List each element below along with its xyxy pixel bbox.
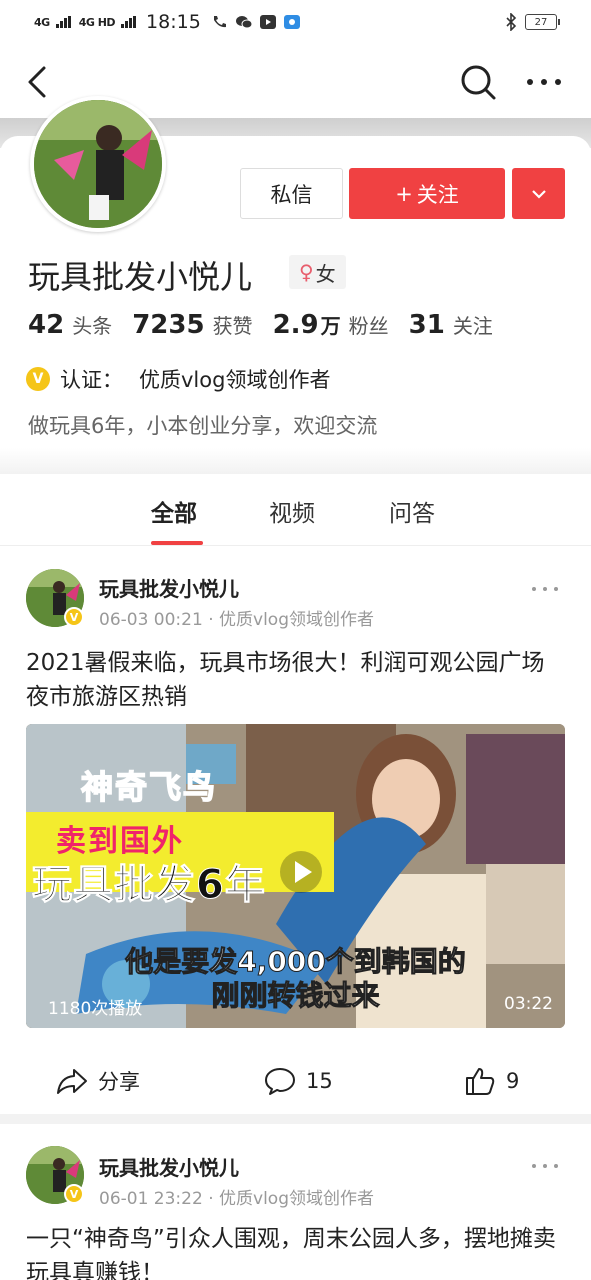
gender-label: 女 (315, 261, 336, 286)
app-notification-icon (283, 15, 300, 29)
post-author-name[interactable]: 玩具批发小悦儿 (99, 573, 239, 602)
wechat-icon (235, 16, 253, 29)
post-text[interactable]: 一只“神奇鸟”引众人围观，周末公园人多，摆地摊卖玩具真赚钱！ (26, 1222, 566, 1280)
video-duration: 03:22 (504, 994, 553, 1014)
section-divider (0, 448, 591, 474)
like-button[interactable]: 9 (464, 1066, 519, 1096)
video-app-icon (259, 15, 276, 29)
tab-active-indicator (151, 541, 203, 545)
verified-icon: V (64, 607, 84, 627)
profile-stats: 42 头条 7235 获赞 2.9 万 粉丝 31 关注 (28, 310, 513, 340)
stat-posts-label[interactable]: 头条 (72, 310, 112, 339)
back-icon[interactable] (20, 64, 56, 100)
profile-avatar[interactable] (30, 96, 166, 232)
stat-following-label[interactable]: 关注 (453, 310, 493, 339)
video-title-pink: 神奇飞鸟 (80, 767, 218, 807)
post-meta: 06-03 00:21 · 优质vlog领域创作者 (99, 610, 374, 630)
verify-text: 优质vlog领域创作者 (139, 368, 331, 392)
post-divider (0, 1114, 591, 1124)
tab-all[interactable]: 全部 (151, 494, 197, 528)
stat-posts-count[interactable]: 42 (28, 310, 64, 340)
gender-badge: ♀ 女 (289, 255, 346, 289)
like-count: 9 (506, 1069, 520, 1093)
stat-following-count[interactable]: 31 (409, 310, 445, 340)
follow-dropdown-button[interactable] (512, 168, 565, 219)
verified-icon: V (26, 367, 50, 391)
status-bar: 4G 4G HD 18:15 27 (0, 0, 591, 44)
status-time: 18:15 (146, 11, 201, 33)
battery-indicator: 27 (525, 14, 560, 30)
tab-video[interactable]: 视频 (269, 494, 315, 528)
post-meta: 06-01 23:22 · 优质vlog领域创作者 (99, 1189, 374, 1209)
video-play-count: 1180次播放 (48, 999, 143, 1019)
stat-likes-count: 7235 (132, 310, 205, 340)
more-horizontal-icon[interactable] (524, 74, 564, 90)
video-thumbnail[interactable]: 神奇飞鸟 卖到国外 玩具批发6年 他是要发4,000个到韩国的 刚刚转钱过来 1… (26, 724, 565, 1028)
share-label: 分享 (98, 1070, 140, 1094)
share-button[interactable]: 分享 (56, 1066, 140, 1096)
signal-icon (55, 16, 71, 28)
content-tabs: 全部 视频 问答 (0, 474, 591, 546)
stat-fans-count[interactable]: 2.9 (273, 310, 319, 340)
stat-likes-label: 获赞 (212, 314, 253, 338)
comment-icon (265, 1068, 295, 1095)
signal-icon-2 (121, 16, 137, 28)
post-author-name[interactable]: 玩具批发小悦儿 (99, 1152, 239, 1181)
network-indicator-1: 4G (34, 15, 50, 29)
profile-bio: 做玩具6年，小本创业分享，欢迎交流 (28, 414, 378, 438)
play-icon[interactable] (279, 850, 323, 894)
follow-label: 关注 (416, 182, 459, 207)
network-indicator-2: 4G HD (78, 15, 116, 29)
plus-icon: + (395, 181, 413, 206)
search-icon[interactable] (458, 62, 498, 102)
verify-label: 认证： (60, 368, 123, 392)
phone-icon (213, 16, 226, 28)
avatar-photo (34, 100, 162, 228)
video-title-big: 玩具批发6年 (32, 862, 266, 909)
post-text[interactable]: 2021暑假来临，玩具市场很大！利润可观公园广场夜市旅游区热销 (26, 646, 566, 714)
message-button[interactable]: 私信 (240, 168, 343, 219)
more-horizontal-icon[interactable] (530, 584, 560, 594)
female-icon: ♀ (299, 260, 314, 284)
post-actions: 分享 15 9 (0, 1044, 591, 1114)
stat-fans-unit[interactable]: 万 (321, 310, 341, 339)
profile-name: 玩具批发小悦儿 (28, 258, 253, 296)
tab-qa[interactable]: 问答 (389, 494, 435, 528)
verification-row: V 认证： 优质vlog领域创作者 (26, 364, 330, 394)
verified-icon: V (64, 1184, 84, 1204)
chevron-down-icon (531, 189, 546, 199)
comment-count: 15 (306, 1069, 333, 1093)
comment-button[interactable]: 15 (264, 1066, 333, 1096)
stat-fans-label[interactable]: 粉丝 (349, 310, 389, 339)
bluetooth-icon (506, 13, 517, 31)
share-icon (57, 1069, 87, 1094)
more-horizontal-icon[interactable] (530, 1161, 560, 1171)
feed-post: V 玩具批发小悦儿 06-01 23:22 · 优质vlog领域创作者 一只“神… (0, 1124, 591, 1280)
follow-button[interactable]: + 关注 (349, 168, 505, 219)
thumbs-up-icon (466, 1068, 495, 1095)
